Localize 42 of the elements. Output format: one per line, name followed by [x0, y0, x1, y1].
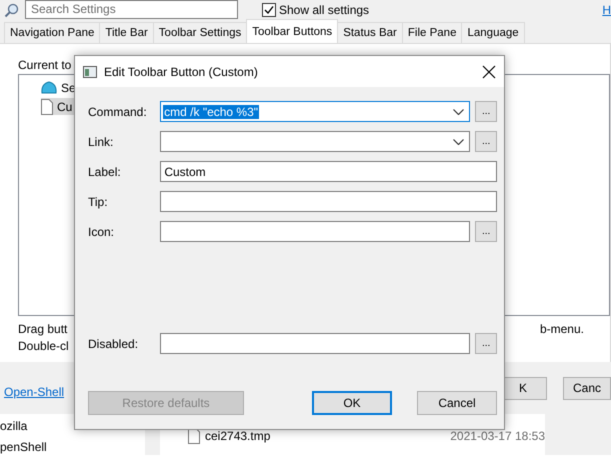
search-icon [4, 2, 19, 18]
help-link[interactable]: H [602, 3, 611, 17]
field-label: Command: [88, 104, 148, 118]
checkbox[interactable] [262, 3, 276, 17]
file-name[interactable]: cei2743.tmp [205, 429, 270, 443]
browse-button[interactable]: ... [475, 131, 498, 152]
dialog-title: Edit Toolbar Button (Custom) [104, 64, 258, 78]
file-date: 2021-03-17 18:53 [450, 429, 545, 443]
help-link[interactable]: Open-Shell [4, 385, 64, 399]
section-label: Current to [18, 58, 72, 72]
show-all-checkbox[interactable]: Show all settings [262, 3, 370, 17]
field-label: Tip: [88, 194, 109, 208]
close-icon[interactable] [482, 64, 496, 78]
field-label: Label: [88, 164, 122, 178]
window-icon [83, 66, 97, 78]
input-field[interactable] [160, 333, 470, 354]
input-field[interactable]: Custom [160, 161, 497, 182]
field-label: Link: [88, 134, 114, 148]
field-label: Disabled: [88, 336, 140, 350]
field-label: Icon: [88, 224, 116, 238]
settings-tab[interactable]: Toolbar Buttons [246, 19, 338, 43]
dropdown-caret-icon [453, 138, 464, 144]
browse-button[interactable]: ... [475, 221, 498, 242]
settings-tab[interactable]: Language [461, 22, 525, 43]
settings-tab[interactable]: Navigation Pane [4, 22, 100, 43]
dialog-button[interactable]: OK [312, 391, 392, 415]
folder-name[interactable]: penShell [0, 440, 145, 454]
partial-cancel-button[interactable]: Canc [563, 376, 611, 400]
dropdown-caret-icon [453, 108, 464, 114]
browse-button[interactable]: ... [475, 101, 498, 122]
search-field[interactable]: Search Settings [25, 0, 238, 18]
browse-button[interactable]: ... [475, 333, 498, 354]
page-icon [41, 98, 53, 114]
hint-text: b-menu. [540, 322, 584, 338]
combo-box[interactable] [160, 131, 470, 152]
hint-text: Double-cl [18, 339, 69, 355]
input-field[interactable] [160, 191, 497, 212]
hint-text: Drag butt [18, 322, 68, 338]
shell-icon [41, 80, 57, 94]
input-field[interactable] [160, 221, 470, 242]
dialog-button[interactable]: Cancel [417, 391, 497, 415]
combo-box[interactable]: cmd /k "echo %3" [160, 101, 470, 122]
